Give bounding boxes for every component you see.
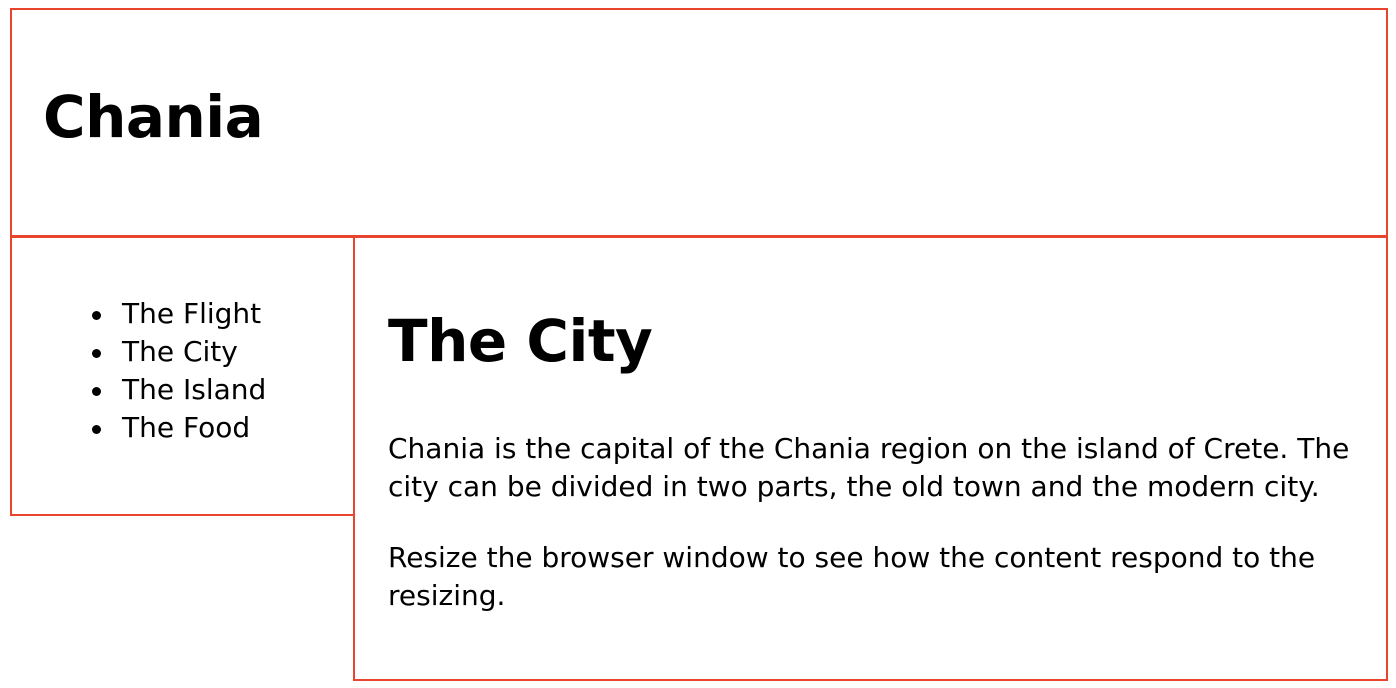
intro-paragraph: Chania is the capital of the Chania regi…: [388, 432, 1350, 503]
menu-item-label: The Flight: [122, 297, 262, 330]
bullet-icon: [92, 387, 101, 396]
side-menu: The Flight The City The Island The Food: [10, 235, 355, 516]
page-title: Chania: [43, 83, 264, 151]
bullet-icon: [92, 311, 101, 320]
menu-item-the-flight[interactable]: The Flight: [90, 295, 266, 333]
resize-paragraph: Resize the browser window to see how the…: [388, 541, 1316, 612]
menu-item-the-island[interactable]: The Island: [90, 371, 266, 409]
menu-item-label: The City: [122, 335, 238, 368]
page-header: Chania: [10, 8, 1388, 238]
main-content: The City Chania is the capital of the Ch…: [353, 235, 1388, 681]
menu-item-label: The Island: [122, 373, 267, 406]
menu-item-label: The Food: [122, 411, 251, 444]
menu-item-the-city[interactable]: The City: [90, 333, 266, 371]
menu-item-the-food[interactable]: The Food: [90, 409, 266, 447]
bullet-icon: [92, 425, 101, 434]
section-heading: The City: [388, 307, 653, 375]
bullet-icon: [92, 349, 101, 358]
menu-list: The Flight The City The Island The Food: [90, 295, 266, 447]
